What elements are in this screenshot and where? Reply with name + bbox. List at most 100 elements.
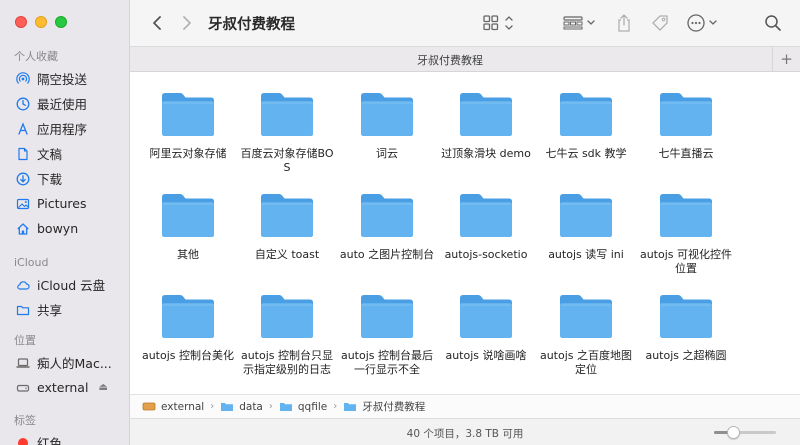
sidebar-item-tag-0[interactable]: 红色 [0,430,129,445]
sidebar-item-label: iCloud 云盘 [37,278,106,293]
shared-folder-icon [16,303,30,317]
sidebar-item-icloud-0[interactable]: iCloud 云盘 [0,272,129,297]
sidebar-item-favorite-1[interactable]: 最近使用 [0,91,129,116]
folder-icon [361,93,413,136]
window-controls [15,16,67,28]
clock-icon [16,97,30,111]
folder-name: autojs 控制台只显示指定级别的日志 [240,349,334,376]
folder-item[interactable]: autojs-socketio [438,191,534,262]
folder-icon [279,403,292,411]
folder-item[interactable]: autojs 控制台最后一行显示不全 [339,292,435,377]
share-button[interactable] [616,12,632,34]
folder-icon [660,295,712,338]
view-mode-button[interactable] [482,12,514,34]
folder-name: 过顶象滑块 demo [441,147,531,160]
favorites-heading: 个人收藏 [14,50,58,63]
sidebar-item-favorite-6[interactable]: bowyn [0,216,129,241]
folder-name: 阿里云对象存储 [149,147,227,160]
sidebar-item-label: 共享 [37,303,63,318]
drive-icon [16,381,30,395]
sidebar-item-favorite-4[interactable]: 下载 [0,166,129,191]
ellipsis-circle-icon [687,14,717,32]
icon-size-slider[interactable] [714,426,776,439]
chevron-left-icon [153,16,161,30]
folder-item[interactable]: 自定义 toast [239,191,335,262]
tag-button[interactable] [650,12,670,34]
folder-name: 自定义 toast [254,248,320,261]
file-grid: 阿里云对象存储 百度云对象存储BOS 词云 过顶象滑块 demo 七牛云 sdk 教学 七… [130,72,800,392]
sidebar-item-icloud-1[interactable]: 共享 [0,297,129,322]
folder-name: autojs 控制台美化 [141,349,235,362]
sidebar-item-label: 应用程序 [37,122,88,137]
sidebar-item-label: Pictures [37,196,87,211]
document-icon [16,147,30,161]
folder-icon [344,403,357,411]
folder-item[interactable]: 词云 [339,90,435,161]
maximize-window-button[interactable] [55,16,67,28]
path-crumb-label: qqfile [297,400,328,413]
folder-item[interactable]: 百度云对象存储BOS [239,90,335,175]
status-bar: 40 个项目，3.8 TB 可用 [130,418,800,445]
share-icon [618,14,630,32]
minimize-window-button[interactable] [35,16,47,28]
path-crumb[interactable]: data [220,401,263,413]
folder-item[interactable]: 七牛直播云 [638,90,734,161]
folder-item[interactable]: 七牛云 sdk 教学 [538,90,634,161]
search-button[interactable] [764,12,782,34]
close-window-button[interactable] [15,16,27,28]
sidebar-item-label: 文稿 [37,147,63,162]
folder-icon [261,93,313,136]
airdrop-icon [16,71,30,86]
locations-heading: 位置 [14,334,36,347]
folder-icon [221,403,234,411]
folder-icon [660,194,712,237]
folder-item[interactable]: autojs 之超椭圆 [638,292,734,363]
sidebar-item-location-0[interactable]: 痴人的Mac... [0,350,129,375]
sidebar-item-favorite-2[interactable]: 应用程序 [0,116,129,141]
new-tab-button[interactable]: + [772,47,800,72]
more-actions-button[interactable] [686,12,722,34]
path-bar: external › data › qqfile › 牙叔付费教程 [130,394,800,418]
folder-icon [162,295,214,338]
sidebar-item-location-1[interactable]: external ⏏ [0,375,129,400]
folder-name: autojs 之超椭圆 [645,349,727,362]
folder-item[interactable]: autojs 之百度地图定位 [538,292,634,377]
path-crumb[interactable]: qqfile [279,401,327,413]
folder-name: autojs 之百度地图定位 [539,349,633,376]
folder-item[interactable]: 其他 [140,191,236,262]
folder-item[interactable]: 过顶象滑块 demo [438,90,534,161]
sidebar-item-label: 下载 [37,172,63,187]
folder-name: autojs-socketio [444,248,528,261]
folder-item[interactable]: autojs 控制台只显示指定级别的日志 [239,292,335,377]
back-button[interactable] [146,12,168,34]
sidebar-item-favorite-3[interactable]: 文稿 [0,141,129,166]
sidebar-item-favorite-5[interactable]: Pictures [0,191,129,216]
chevron-right-icon: › [210,401,215,412]
finder-main: 牙叔付费教程 牙叔付费教程 + 阿里云对象存储 百度云对象存储BOS 词云 过顶… [130,0,800,445]
folder-item[interactable]: autojs 控制台美化 [140,292,236,363]
group-by-button[interactable] [562,12,598,34]
path-crumb[interactable]: external [142,401,204,413]
folder-name: autojs 可视化控件位置 [639,248,733,275]
forward-button[interactable] [176,12,198,34]
folder-item[interactable]: 阿里云对象存储 [140,90,236,161]
tab-current[interactable]: 牙叔付费教程 [130,52,770,68]
pictures-icon [16,197,30,211]
tab-bar: 牙叔付费教程 + [130,46,800,72]
window-title: 牙叔付费教程 [208,17,295,33]
drive-icon [142,402,156,411]
folder-icon [660,93,712,136]
sidebar-item-favorite-0[interactable]: 隔空投送 [0,66,129,91]
folder-item[interactable]: autojs 说啥画啥 [438,292,534,363]
folder-name: 词云 [376,147,398,160]
folder-name: autojs 说啥画啥 [445,349,527,362]
path-crumb[interactable]: 牙叔付费教程 [343,399,425,414]
folder-item[interactable]: autojs 可视化控件位置 [638,191,734,276]
folder-item[interactable]: autojs 读写 ini [538,191,634,262]
tag-color-icon [16,436,30,445]
eject-icon[interactable]: ⏏ [98,382,107,393]
folder-name: autojs 读写 ini [548,248,624,261]
folder-icon [162,194,214,237]
chevron-right-icon: › [333,401,338,412]
folder-item[interactable]: auto 之图片控制台 [339,191,435,262]
